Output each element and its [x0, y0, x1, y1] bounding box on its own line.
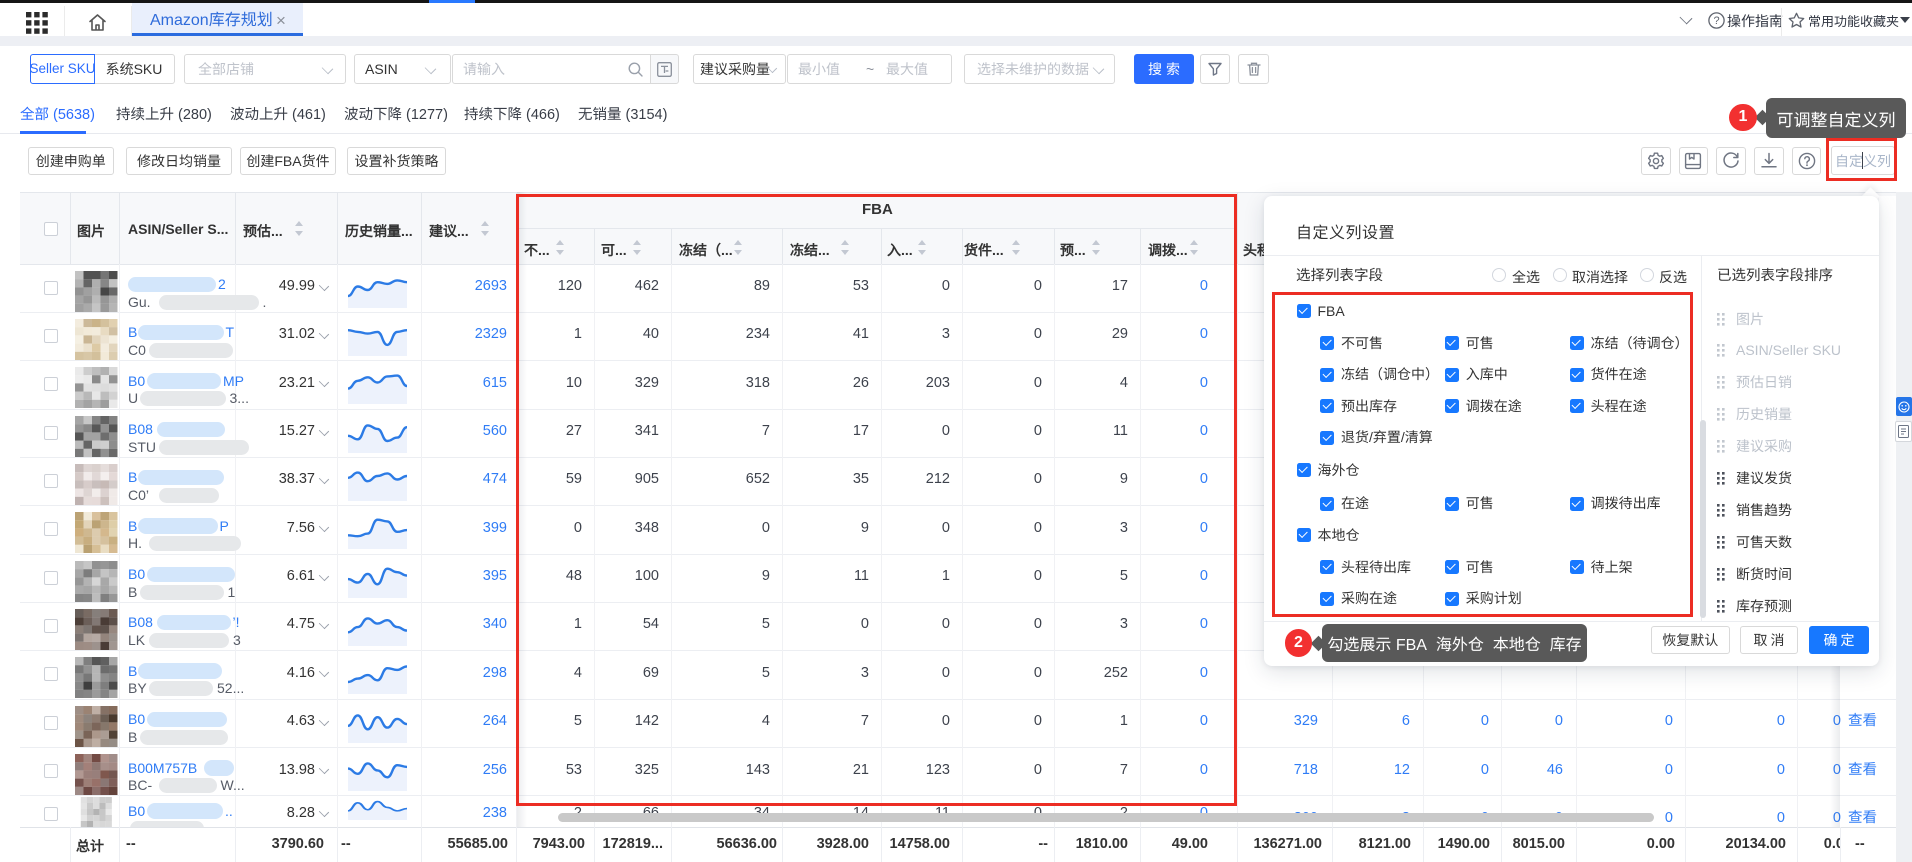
svg-text:?: ?	[1713, 15, 1719, 27]
